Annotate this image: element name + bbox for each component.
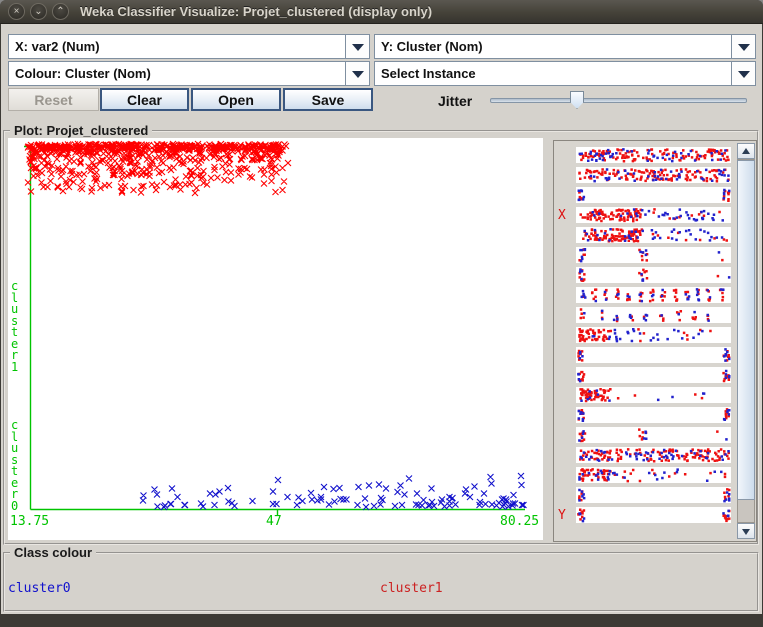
class-colour-title: Class colour	[10, 545, 96, 560]
x-axis-max-label: 80.25	[500, 514, 539, 529]
chevron-down-icon	[731, 62, 755, 85]
select-instance-combo-value: Select Instance	[381, 62, 476, 85]
chevron-down-icon	[345, 62, 369, 85]
chevron-down-icon	[731, 35, 755, 58]
attribute-bar[interactable]	[576, 167, 731, 183]
attribute-bar[interactable]	[576, 287, 731, 303]
scrollbar-down-icon[interactable]	[737, 523, 755, 539]
attribute-bar[interactable]	[576, 447, 731, 463]
select-instance-combo[interactable]: Select Instance	[374, 61, 756, 86]
attribute-bar[interactable]	[576, 147, 731, 163]
attribute-bar[interactable]	[576, 407, 731, 423]
scatter-plot-canvas[interactable]: c l u s t e r 1 c l u s t e r 0 13.75 47…	[8, 138, 543, 540]
plot-title: Plot: Projet_clustered	[10, 123, 152, 138]
class-label-cluster1[interactable]: cluster1	[380, 581, 443, 596]
x-axis-min-label: 13.75	[10, 514, 49, 529]
close-icon[interactable]: ×	[8, 3, 25, 20]
attribute-bar[interactable]	[576, 367, 731, 383]
attribute-bar[interactable]	[576, 387, 731, 403]
y-attribute-combo[interactable]: Y: Cluster (Nom)	[374, 34, 756, 59]
attribute-bar[interactable]	[576, 187, 731, 203]
attribute-bar[interactable]	[576, 487, 731, 503]
x-attribute-combo[interactable]: X: var2 (Num)	[8, 34, 370, 59]
x-attribute-combo-value: X: var2 (Num)	[15, 35, 100, 58]
attribute-bars-panel: XY	[553, 140, 757, 542]
attribute-bar[interactable]	[576, 247, 731, 263]
scatter-points-layer	[8, 138, 543, 540]
y-axis-top-label: c l u s t e r 1	[11, 281, 18, 373]
maximize-icon[interactable]: ⌃	[52, 3, 69, 20]
attribute-bar[interactable]	[576, 347, 731, 363]
attribute-bar[interactable]	[576, 467, 731, 483]
chevron-down-icon	[345, 35, 369, 58]
attribute-bar[interactable]	[576, 307, 731, 323]
x-axis-mid-label: 47	[266, 514, 282, 529]
colour-combo-value: Colour: Cluster (Nom)	[15, 62, 151, 85]
attribute-bar[interactable]	[576, 327, 731, 343]
attribute-bar[interactable]	[576, 227, 731, 243]
scrollbar-thumb[interactable]	[737, 160, 755, 500]
class-label-cluster0[interactable]: cluster0	[8, 581, 71, 596]
y-axis-bottom-label: c l u s t e r 0	[11, 420, 18, 512]
axis-marker-y: Y	[558, 508, 574, 523]
open-button[interactable]: Open	[191, 88, 281, 111]
scrollbar-up-icon[interactable]	[737, 143, 755, 159]
attribute-bar[interactable]	[576, 427, 731, 443]
attribute-bar[interactable]	[576, 207, 731, 223]
axis-marker-x: X	[558, 208, 574, 223]
jitter-slider-track[interactable]	[490, 98, 747, 103]
minimize-icon[interactable]: ⌄	[30, 3, 47, 20]
clear-button[interactable]: Clear	[100, 88, 189, 111]
y-attribute-combo-value: Y: Cluster (Nom)	[381, 35, 483, 58]
save-button[interactable]: Save	[283, 88, 373, 111]
window-title: Weka Classifier Visualize: Projet_cluste…	[80, 0, 432, 24]
title-bar[interactable]: × ⌄ ⌃ Weka Classifier Visualize: Projet_…	[0, 0, 763, 24]
attribute-bar[interactable]	[576, 267, 731, 283]
jitter-label: Jitter	[438, 93, 472, 109]
colour-combo[interactable]: Colour: Cluster (Nom)	[8, 61, 370, 86]
reset-button[interactable]: Reset	[8, 88, 99, 111]
weka-visualize-window: × ⌄ ⌃ Weka Classifier Visualize: Projet_…	[0, 0, 763, 627]
attribute-bar[interactable]	[576, 507, 731, 523]
